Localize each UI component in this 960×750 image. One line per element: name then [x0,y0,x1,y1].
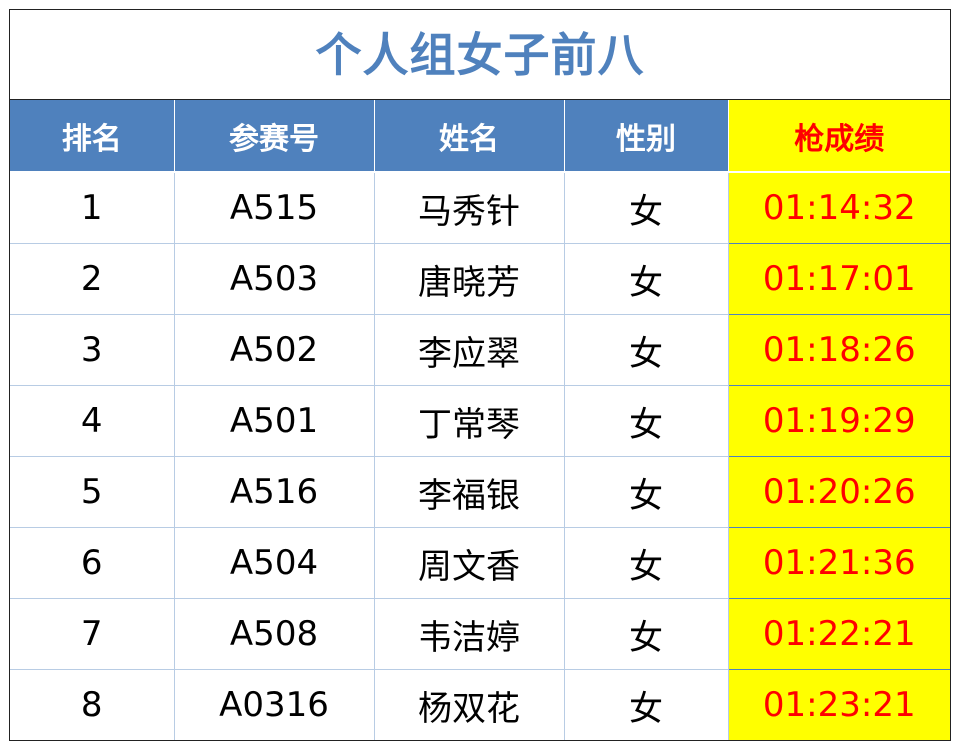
table-row: 1 A515 马秀针 女 01:14:32 [10,172,950,244]
bib-cell: A501 [174,385,375,457]
gender-cell: 女 [564,172,729,244]
column-header-bib: 参赛号 [174,100,375,173]
gun-time-cell: 01:14:32 [728,172,950,244]
gun-time-cell: 01:23:21 [728,669,950,740]
name-cell: 李福银 [374,456,565,528]
rank-cell: 8 [10,669,175,740]
gun-time-cell: 01:18:26 [728,314,950,386]
table-row: 2 A503 唐晓芳 女 01:17:01 [10,243,950,315]
gender-cell: 女 [564,243,729,315]
results-table: 排名 参赛号 姓名 性别 枪成绩 1 A515 马秀针 女 01:14:32 2… [10,100,950,740]
bib-cell: A516 [174,456,375,528]
rank-cell: 5 [10,456,175,528]
gender-cell: 女 [564,456,729,528]
gun-time-cell: 01:20:26 [728,456,950,528]
column-header-gun-time: 枪成绩 [728,100,950,173]
name-cell: 李应翠 [374,314,565,386]
bib-cell: A503 [174,243,375,315]
table-row: 6 A504 周文香 女 01:21:36 [10,527,950,599]
gender-cell: 女 [564,598,729,670]
table-row: 5 A516 李福银 女 01:20:26 [10,456,950,528]
results-sheet: 个人组女子前八 排名 参赛号 姓名 性别 枪成绩 1 A515 马秀针 女 01… [9,9,951,741]
bib-cell: A0316 [174,669,375,740]
column-header-rank: 排名 [10,100,175,173]
gun-time-cell: 01:22:21 [728,598,950,670]
bib-cell: A504 [174,527,375,599]
bib-cell: A508 [174,598,375,670]
table-row: 4 A501 丁常琴 女 01:19:29 [10,385,950,457]
table-row: 8 A0316 杨双花 女 01:23:21 [10,669,950,740]
gender-cell: 女 [564,527,729,599]
bib-cell: A515 [174,172,375,244]
name-cell: 丁常琴 [374,385,565,457]
rank-cell: 2 [10,243,175,315]
table-header-row: 排名 参赛号 姓名 性别 枪成绩 [10,100,950,173]
bib-cell: A502 [174,314,375,386]
column-header-gender: 性别 [564,100,729,173]
gun-time-cell: 01:19:29 [728,385,950,457]
gun-time-cell: 01:21:36 [728,527,950,599]
table-row: 7 A508 韦洁婷 女 01:22:21 [10,598,950,670]
rank-cell: 6 [10,527,175,599]
column-header-name: 姓名 [374,100,565,173]
name-cell: 马秀针 [374,172,565,244]
name-cell: 周文香 [374,527,565,599]
gender-cell: 女 [564,385,729,457]
rank-cell: 4 [10,385,175,457]
gender-cell: 女 [564,314,729,386]
rank-cell: 3 [10,314,175,386]
page-title: 个人组女子前八 [10,10,950,100]
gun-time-cell: 01:17:01 [728,243,950,315]
table-row: 3 A502 李应翠 女 01:18:26 [10,314,950,386]
name-cell: 唐晓芳 [374,243,565,315]
name-cell: 杨双花 [374,669,565,740]
rank-cell: 7 [10,598,175,670]
name-cell: 韦洁婷 [374,598,565,670]
gender-cell: 女 [564,669,729,740]
rank-cell: 1 [10,172,175,244]
